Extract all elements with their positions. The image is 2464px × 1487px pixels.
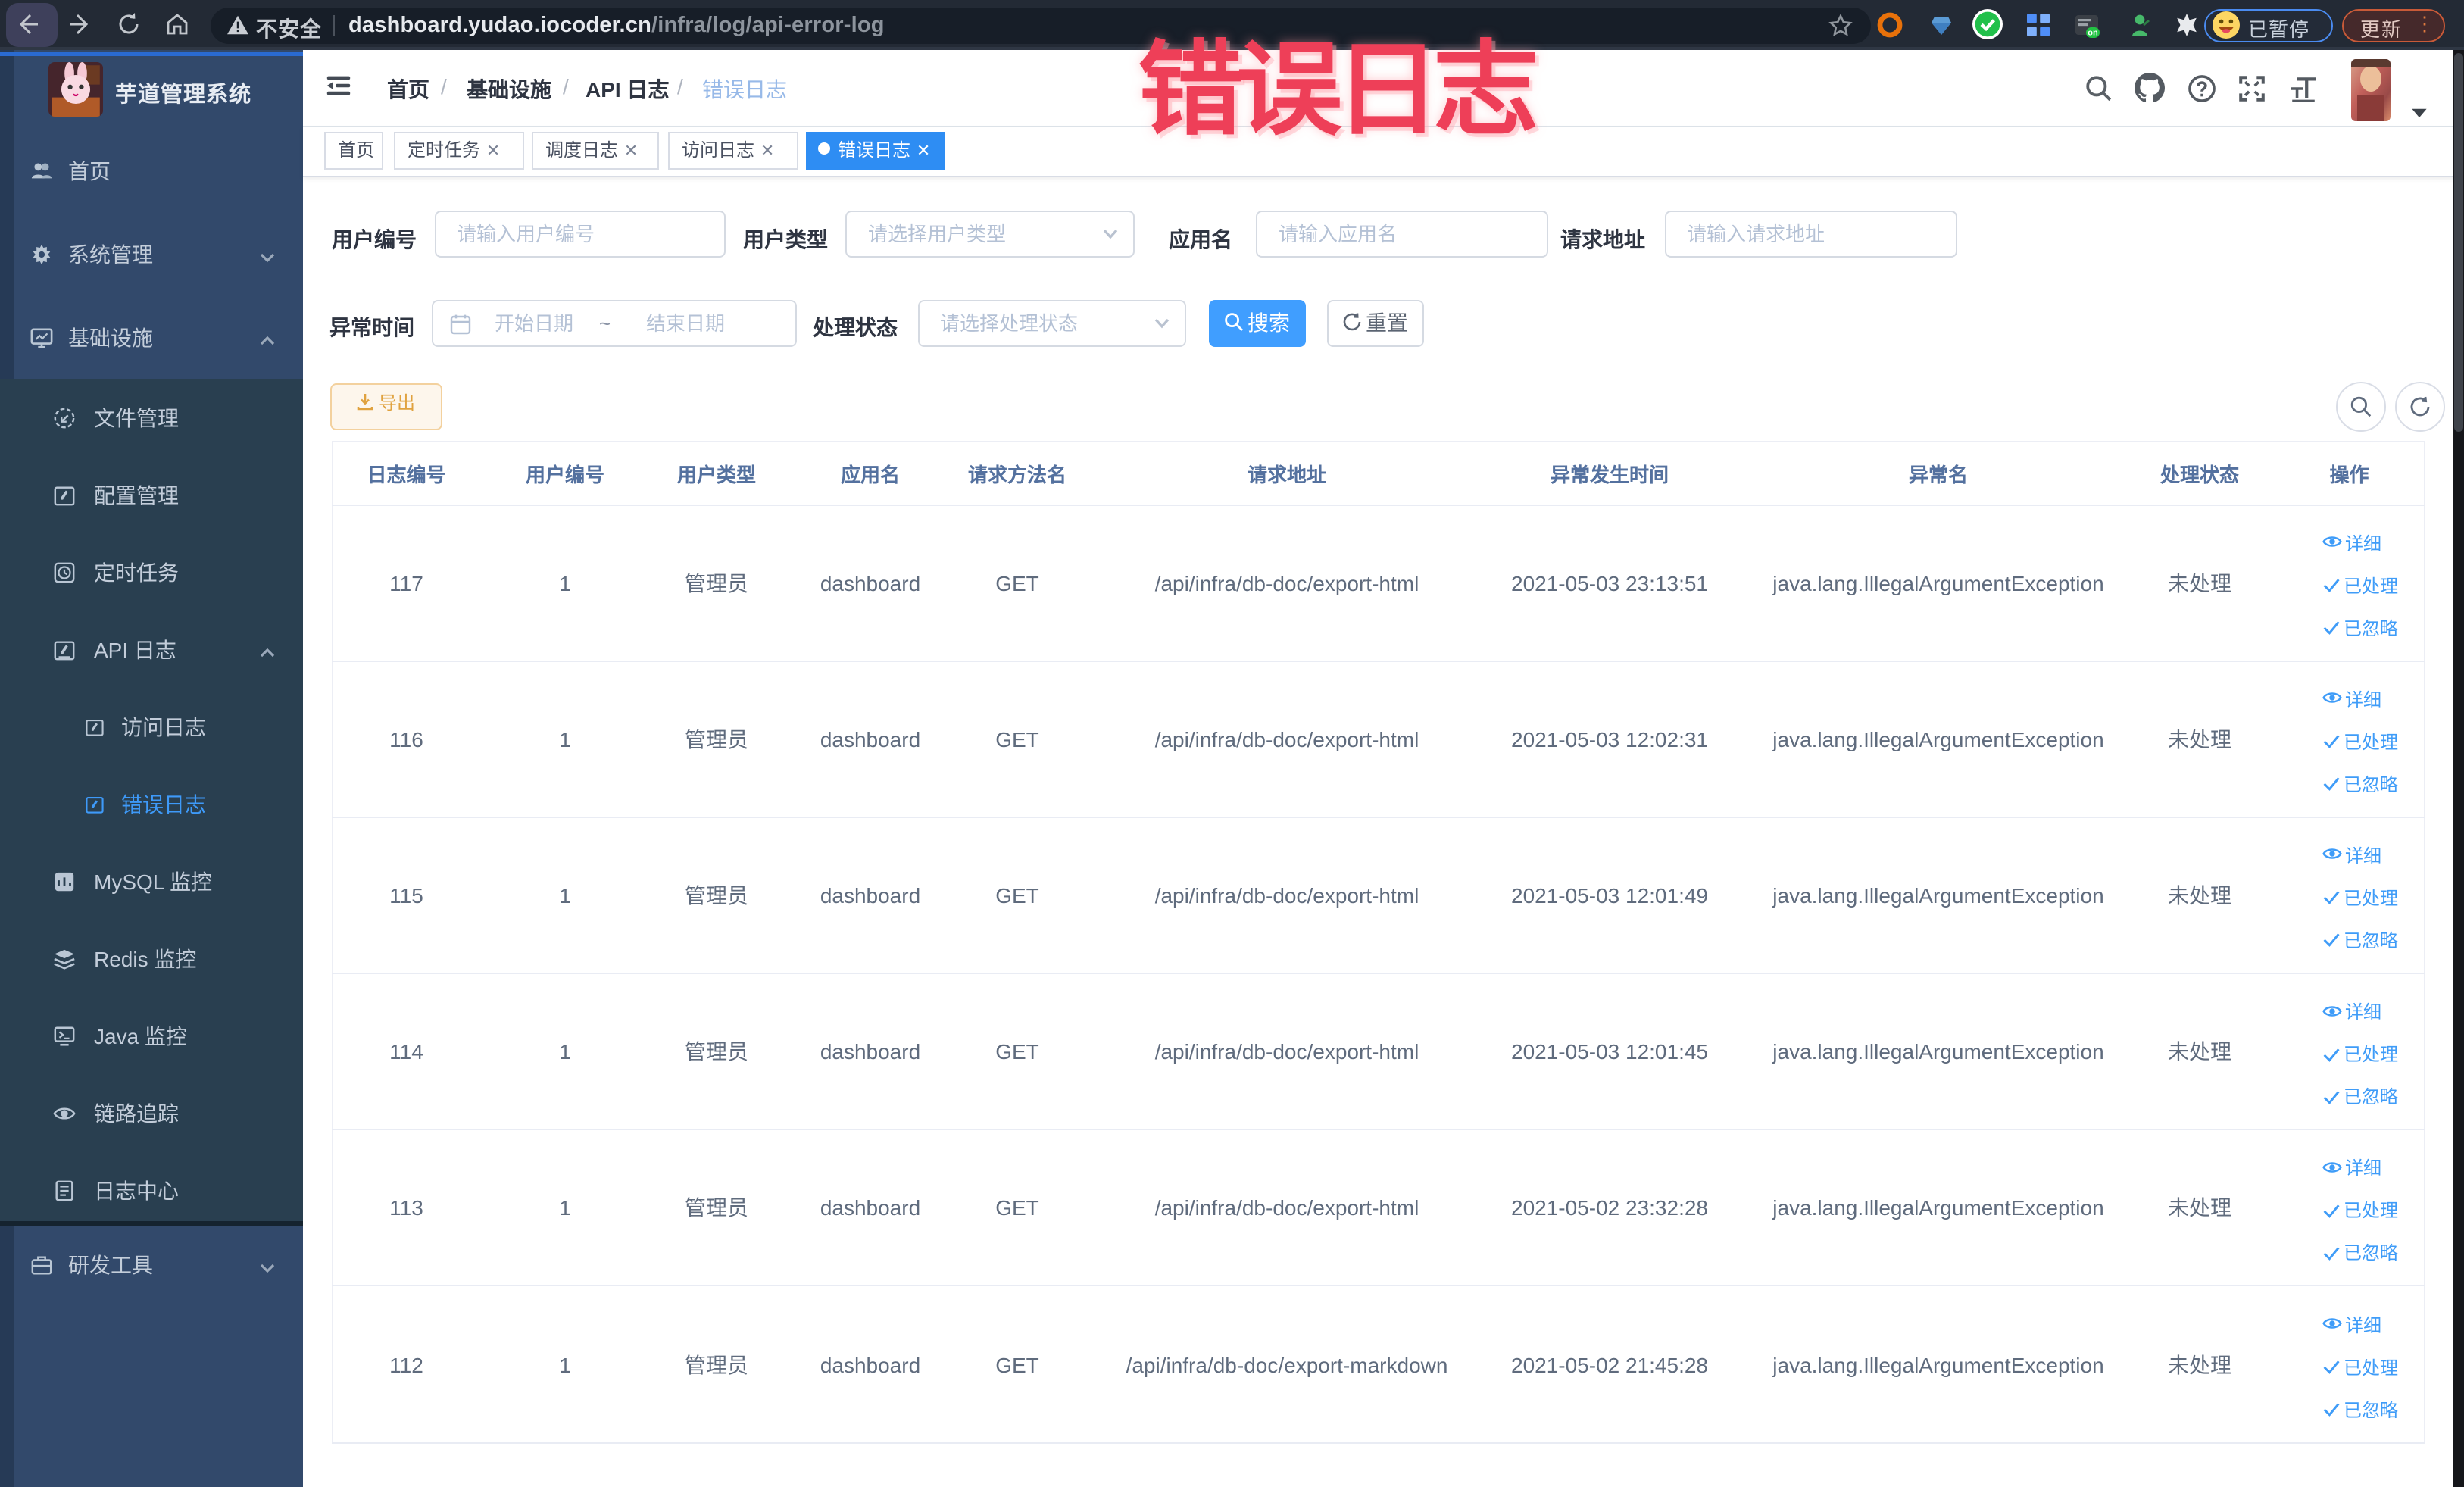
svg-text:on: on: [2088, 28, 2098, 37]
